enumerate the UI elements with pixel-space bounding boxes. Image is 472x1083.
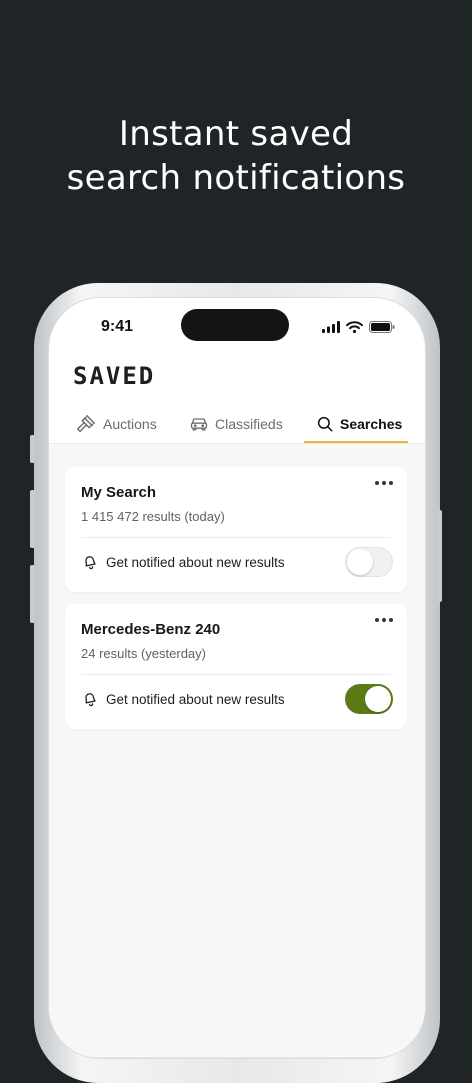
notify-toggle[interactable] xyxy=(345,547,393,577)
card-divider xyxy=(81,537,391,538)
saved-search-results: 1 415 472 results (today) xyxy=(81,509,225,524)
more-options-button[interactable] xyxy=(375,481,393,485)
tab-classifieds-label: Classifieds xyxy=(215,416,283,432)
more-dot-icon xyxy=(375,481,379,485)
notify-toggle[interactable] xyxy=(345,684,393,714)
notify-row: Get notified about new results xyxy=(81,553,285,571)
section-tabs: Auctions Classifieds Searches xyxy=(65,406,409,444)
bell-icon xyxy=(85,693,96,707)
tab-auctions-label: Auctions xyxy=(103,416,157,432)
tab-auctions[interactable]: Auctions xyxy=(75,406,157,442)
phone-side-button-volume-down xyxy=(30,565,35,623)
toggle-knob xyxy=(365,686,391,712)
car-icon xyxy=(190,418,208,431)
more-dot-icon xyxy=(382,481,386,485)
saved-search-card[interactable]: Mercedes-Benz 240 24 results (yesterday)… xyxy=(65,604,407,729)
phone-screen: 9:41 SAVED Auctions Classifieds Searches… xyxy=(48,297,426,1059)
notify-label: Get notified about new results xyxy=(106,554,285,570)
tab-searches-label: Searches xyxy=(340,416,403,432)
phone-side-button-power xyxy=(437,510,442,602)
tab-searches[interactable]: Searches xyxy=(316,406,402,442)
more-dot-icon xyxy=(382,618,386,622)
more-options-button[interactable] xyxy=(375,618,393,622)
promo-headline-line-1: Instant saved xyxy=(118,114,354,154)
wifi-icon xyxy=(346,321,363,333)
card-divider xyxy=(81,674,391,675)
notify-label: Get notified about new results xyxy=(106,691,285,707)
phone-side-button-mute xyxy=(30,435,35,463)
saved-search-results: 24 results (yesterday) xyxy=(81,646,206,661)
search-icon xyxy=(317,416,333,432)
battery-icon xyxy=(369,321,395,333)
tab-classifieds[interactable]: Classifieds xyxy=(189,406,283,442)
active-tab-indicator xyxy=(304,441,408,443)
app-logo: SAVED xyxy=(73,362,156,390)
status-icons xyxy=(322,321,395,333)
more-dot-icon xyxy=(389,481,393,485)
gavel-icon xyxy=(77,415,95,433)
status-time: 9:41 xyxy=(101,318,134,335)
saved-search-card[interactable]: My Search 1 415 472 results (today) Get … xyxy=(65,467,407,592)
more-dot-icon xyxy=(375,618,379,622)
phone-side-button-volume-up xyxy=(30,490,35,548)
signal-icon xyxy=(322,321,340,333)
bell-icon xyxy=(85,556,96,570)
more-dot-icon xyxy=(389,618,393,622)
saved-search-title: My Search xyxy=(81,484,157,501)
bottom-edge xyxy=(49,1057,425,1058)
saved-search-title: Mercedes-Benz 240 xyxy=(81,621,221,638)
promo-headline-line-2: search notifications xyxy=(66,158,406,198)
notify-row: Get notified about new results xyxy=(81,690,285,708)
dynamic-island xyxy=(181,309,289,341)
toggle-knob xyxy=(347,549,373,575)
promo-headline: Instant saved search notifications xyxy=(0,112,472,200)
